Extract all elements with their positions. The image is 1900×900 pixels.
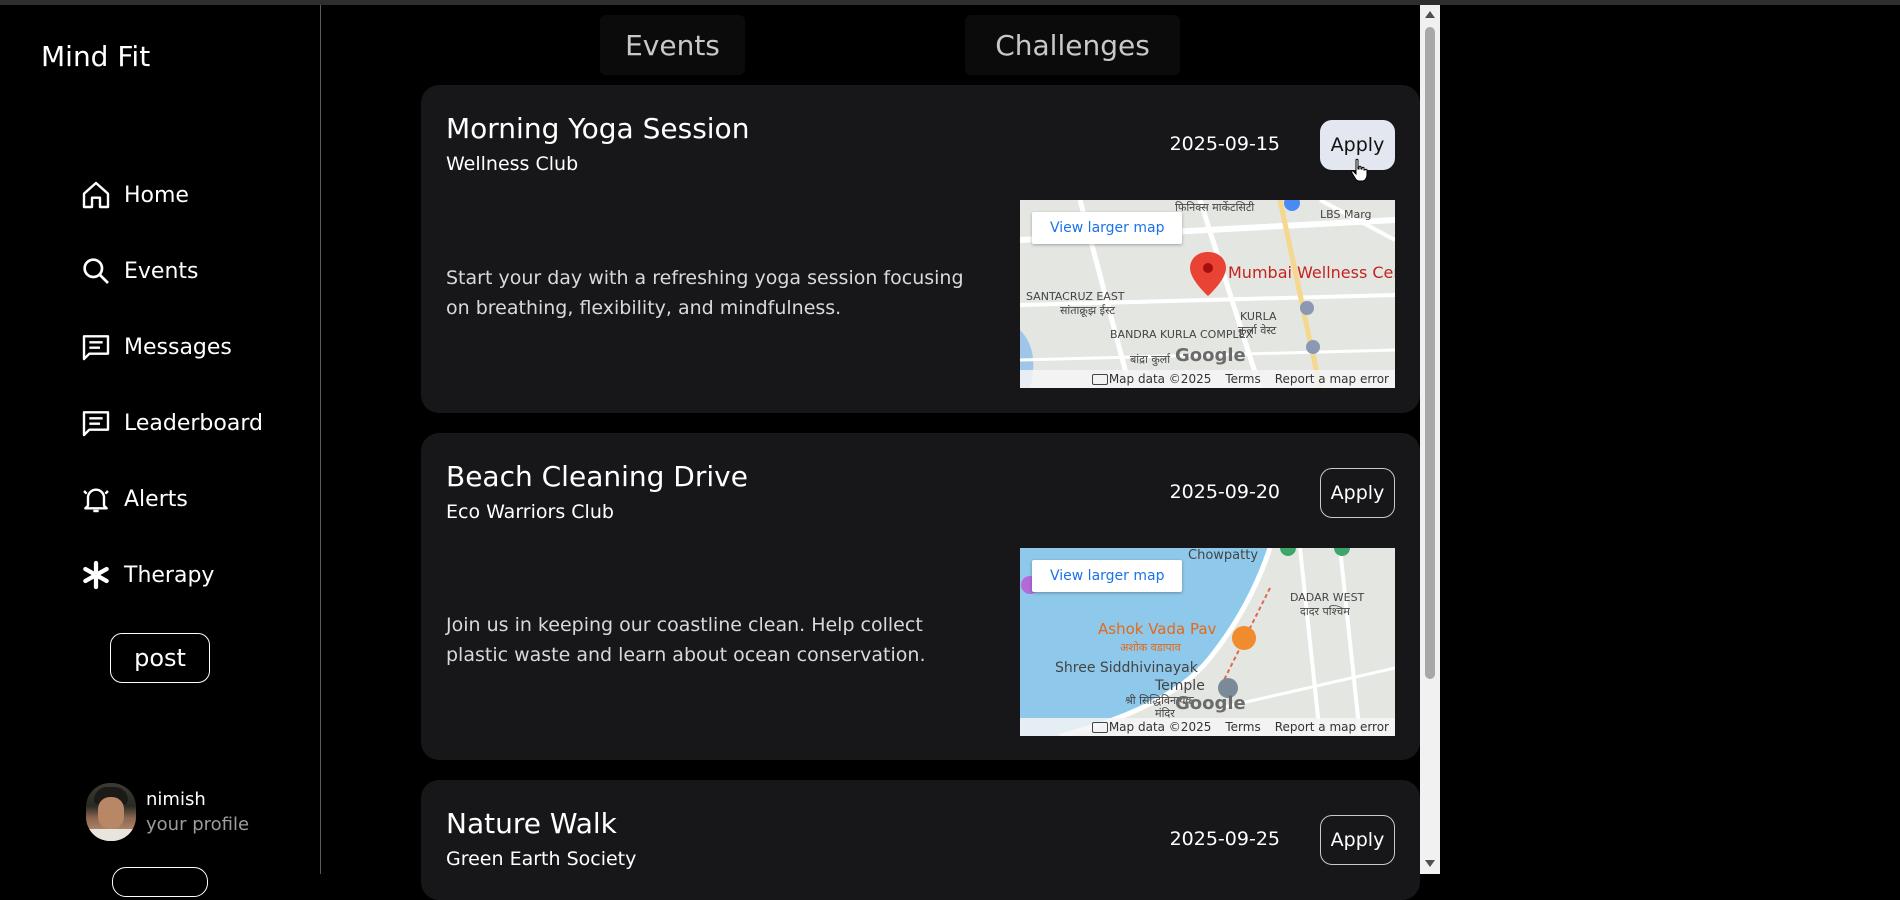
sidebar-item-messages[interactable]: Messages (80, 327, 232, 367)
keyboard-icon[interactable] (1092, 722, 1108, 733)
map-poi-label: Ashok Vada Pav (1098, 620, 1217, 638)
sidebar-item-home[interactable]: Home (80, 175, 189, 215)
sidebar-item-therapy[interactable]: Therapy (80, 555, 214, 595)
map-data-label: Map data ©2025 (1108, 720, 1212, 734)
app-title: Mind Fit (41, 40, 151, 73)
avatar (86, 783, 136, 841)
profile-subtitle: your profile (146, 814, 250, 835)
sidebar: Mind Fit Home Events Messages Leaderboar… (0, 5, 321, 897)
event-club: Eco Warriors Club (446, 501, 614, 523)
event-date: 2025-09-20 (1169, 481, 1280, 503)
event-description: Start your day with a refreshing yoga se… (446, 267, 964, 319)
map-footer: Map data ©2025 Terms Report a map error (1020, 370, 1395, 388)
event-club: Green Earth Society (446, 848, 637, 870)
event-title: Nature Walk (446, 807, 617, 840)
sidebar-item-label: Messages (124, 334, 232, 360)
event-date: 2025-09-15 (1169, 133, 1280, 155)
post-button[interactable]: post (110, 633, 210, 683)
event-card: Morning Yoga Session Wellness Club 2025-… (421, 85, 1420, 413)
map-poi-label: Mumbai Wellness Cen (1228, 263, 1395, 282)
keyboard-icon[interactable] (1092, 374, 1108, 385)
event-club: Wellness Club (446, 153, 579, 175)
scroll-down-arrow[interactable] (1425, 860, 1435, 867)
scrollbar[interactable] (1420, 5, 1440, 874)
map-label: BANDRA KURLA COMPLEX (1110, 328, 1254, 341)
tab-bar: Events Challenges (600, 15, 1180, 75)
map-label: SANTACRUZ EAST (1026, 290, 1125, 303)
bell-icon (83, 488, 109, 513)
google-logo: Google (1175, 345, 1246, 366)
profile-name: nimish (146, 789, 206, 810)
event-date: 2025-09-25 (1169, 828, 1280, 850)
tab-challenges[interactable]: Challenges (965, 15, 1180, 75)
event-description: Join us in keeping our coastline clean. … (446, 614, 926, 666)
apply-button[interactable]: Apply (1320, 815, 1395, 865)
map-footer: Map data ©2025 Terms Report a map error (1020, 718, 1395, 736)
event-card: Beach Cleaning Drive Eco Warriors Club 2… (421, 433, 1420, 760)
event-title: Beach Cleaning Drive (446, 460, 748, 493)
sidebar-item-label: Home (124, 182, 189, 208)
home-icon (82, 181, 110, 209)
map-label: Shree Siddhivinayak (1055, 660, 1198, 676)
map-label: बांद्रा कुर्ला (1130, 353, 1171, 366)
google-logo: Google (1175, 693, 1246, 714)
scroll-up-arrow[interactable] (1425, 11, 1435, 18)
map-label: Chowpatty (1188, 548, 1259, 563)
map-label: KURLA (1240, 310, 1277, 323)
map-label: LBS Marg (1320, 208, 1372, 221)
map-label: कुर्ला वेस्ट (1238, 324, 1277, 337)
scroll-thumb[interactable] (1425, 27, 1435, 679)
hand-cursor-icon (1351, 158, 1368, 182)
sidebar-item-label: Therapy (124, 562, 215, 588)
sidebar-item-label: Events (124, 258, 199, 284)
map-label: सांताक्रूझ ईस्ट (1060, 304, 1115, 317)
asterisk-icon (83, 560, 109, 590)
map-data-label: Map data ©2025 (1108, 372, 1212, 386)
sidebar-item-events[interactable]: Events (80, 251, 199, 291)
sidebar-item-label: Alerts (124, 486, 188, 512)
message-icon (82, 411, 110, 437)
report-map-error-link[interactable]: Report a map error (1275, 372, 1389, 386)
apply-button[interactable]: Apply (1320, 468, 1395, 518)
search-icon (83, 258, 109, 284)
map-terms-link[interactable]: Terms (1225, 720, 1260, 734)
map-label: फिनिक्स मार्केटसिटी (1175, 201, 1255, 214)
sidebar-item-alerts[interactable]: Alerts (80, 479, 188, 519)
map-label: Temple (1155, 678, 1205, 694)
logout-button[interactable] (112, 867, 208, 897)
event-map[interactable]: View larger map Chowpatty DADAR WEST दाद… (1020, 548, 1395, 736)
event-card: Nature Walk Green Earth Society 2025-09-… (421, 780, 1420, 900)
tab-events[interactable]: Events (600, 15, 745, 75)
message-icon (82, 335, 110, 361)
map-label: DADAR WEST (1290, 591, 1365, 604)
map-terms-link[interactable]: Terms (1225, 372, 1260, 386)
view-larger-map-link[interactable]: View larger map (1032, 560, 1183, 592)
sidebar-item-leaderboard[interactable]: Leaderboard (80, 403, 263, 443)
map-label: दादर पश्चिम (1300, 605, 1350, 618)
report-map-error-link[interactable]: Report a map error (1275, 720, 1389, 734)
view-larger-map-link[interactable]: View larger map (1032, 212, 1183, 244)
profile-link[interactable]: nimish your profile (86, 783, 249, 841)
event-title: Morning Yoga Session (446, 112, 750, 145)
map-label: अशोक वडापाव (1120, 641, 1181, 654)
event-map[interactable]: View larger map Mumbai Wellness Cen SANT… (1020, 200, 1395, 388)
sidebar-item-label: Leaderboard (124, 410, 263, 436)
